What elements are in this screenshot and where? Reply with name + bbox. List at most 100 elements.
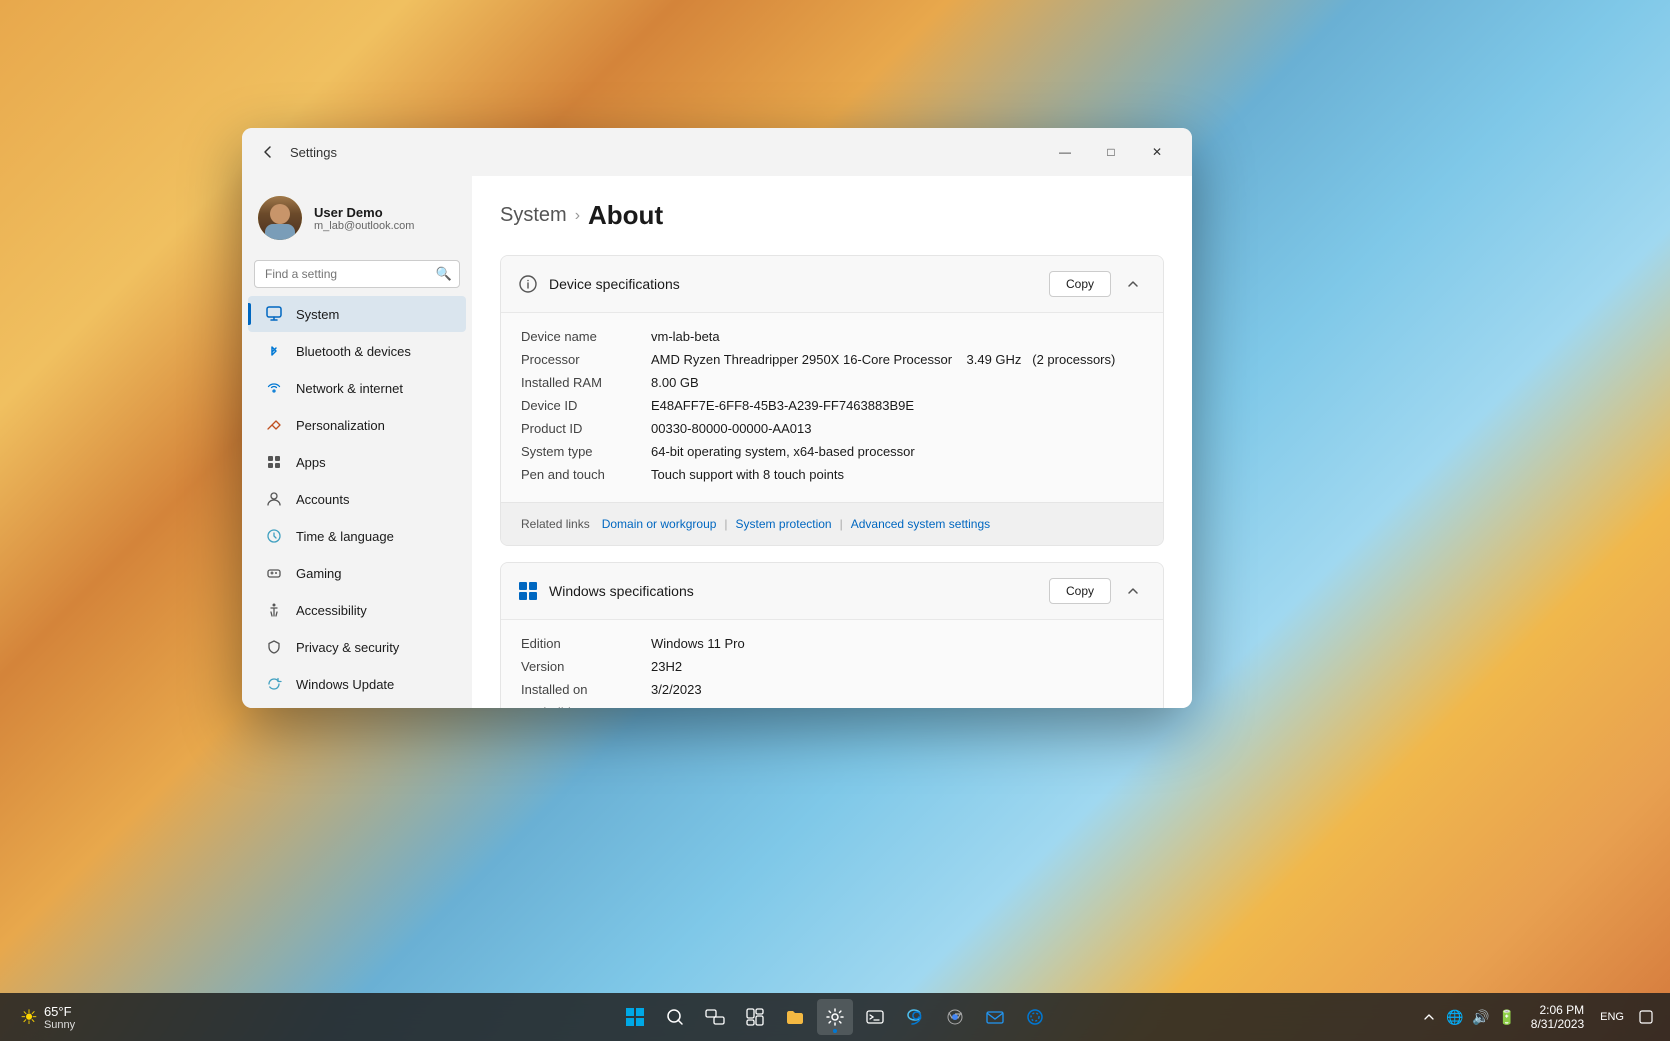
- windows-specs-copy-button[interactable]: Copy: [1049, 578, 1111, 604]
- windows-specs-body: Edition Windows 11 Pro Version 23H2 Inst…: [501, 620, 1163, 708]
- search-input[interactable]: [254, 260, 460, 288]
- time-icon: [264, 526, 284, 546]
- search-box: 🔍: [254, 260, 460, 288]
- windows-specs-header: Windows specifications Copy: [501, 563, 1163, 620]
- avatar-body: [265, 224, 295, 240]
- taskbar-clock[interactable]: 2:06 PM 8/31/2023: [1525, 999, 1590, 1035]
- sidebar-item-apps[interactable]: Apps: [248, 444, 466, 480]
- avatar-face: [270, 204, 290, 224]
- table-row: Device ID E48AFF7E-6FF8-45B3-A239-FF7463…: [521, 394, 1143, 417]
- task-view-button[interactable]: [697, 999, 733, 1035]
- device-specs-copy-button[interactable]: Copy: [1049, 271, 1111, 297]
- breadcrumb-separator: ›: [575, 207, 580, 225]
- table-row: Processor AMD Ryzen Threadripper 2950X 1…: [521, 348, 1143, 371]
- chrome-button[interactable]: [937, 999, 973, 1035]
- window-controls: — □ ✕: [1042, 136, 1180, 168]
- breadcrumb-current: About: [588, 200, 663, 231]
- accounts-icon: [264, 489, 284, 509]
- sidebar-item-apps-label: Apps: [296, 455, 326, 470]
- weather-info: 65°F Sunny: [44, 1004, 75, 1031]
- windows-icon: [519, 582, 537, 600]
- taskbar-left: ☀ 65°F Sunny: [12, 1000, 83, 1035]
- language-indicator[interactable]: ENG: [1596, 999, 1628, 1035]
- taskbar-settings-button[interactable]: [817, 999, 853, 1035]
- widgets-button[interactable]: [737, 999, 773, 1035]
- edge-button[interactable]: [897, 999, 933, 1035]
- spec-value: 23H2: [651, 659, 1143, 674]
- sidebar-item-personalization[interactable]: Personalization: [248, 407, 466, 443]
- sidebar-item-network-label: Network & internet: [296, 381, 403, 396]
- back-button[interactable]: [254, 138, 282, 166]
- maximize-button[interactable]: □: [1088, 136, 1134, 168]
- system-icon: [264, 304, 284, 324]
- domain-workgroup-link[interactable]: Domain or workgroup: [598, 515, 721, 533]
- windows-specs-collapse-button[interactable]: [1119, 577, 1147, 605]
- table-row: Device name vm-lab-beta: [521, 325, 1143, 348]
- volume-icon[interactable]: 🔊: [1469, 1005, 1493, 1029]
- spec-value: 3/2/2023: [651, 682, 1143, 697]
- table-row: Product ID 00330-80000-00000-AA013: [521, 417, 1143, 440]
- spec-label: Product ID: [521, 421, 651, 436]
- spec-value: E48AFF7E-6FF8-45B3-A239-FF7463883B9E: [651, 398, 1143, 413]
- breadcrumb-parent[interactable]: System: [500, 204, 567, 227]
- spec-label: System type: [521, 444, 651, 459]
- sidebar-item-privacy[interactable]: Privacy & security: [248, 629, 466, 665]
- spec-value: vm-lab-beta: [651, 329, 1143, 344]
- advanced-system-settings-link[interactable]: Advanced system settings: [847, 515, 994, 533]
- device-specs-collapse-button[interactable]: [1119, 270, 1147, 298]
- device-specs-header-left: Device specifications: [517, 273, 680, 295]
- windows-specs-section: Windows specifications Copy Edition: [500, 562, 1164, 708]
- sidebar-item-accessibility-label: Accessibility: [296, 603, 367, 618]
- cortana-button[interactable]: [1017, 999, 1053, 1035]
- notification-button[interactable]: [1634, 1005, 1658, 1029]
- chevron-up-icon[interactable]: [1417, 1005, 1441, 1029]
- taskbar-search-button[interactable]: [657, 999, 693, 1035]
- network-status-icon[interactable]: 🌐: [1443, 1005, 1467, 1029]
- battery-icon[interactable]: 🔋: [1495, 1005, 1519, 1029]
- sidebar-item-time[interactable]: Time & language: [248, 518, 466, 554]
- gaming-icon: [264, 563, 284, 583]
- device-specs-body: Device name vm-lab-beta Processor AMD Ry…: [501, 313, 1163, 502]
- windows-specs-header-right: Copy: [1049, 577, 1147, 605]
- system-tray-icons: 🌐 🔊 🔋: [1417, 1005, 1519, 1029]
- sidebar-item-accounts[interactable]: Accounts: [248, 481, 466, 517]
- sidebar-item-accessibility[interactable]: Accessibility: [248, 592, 466, 628]
- close-button[interactable]: ✕: [1134, 136, 1180, 168]
- spec-value: 00330-80000-00000-AA013: [651, 421, 1143, 436]
- device-specs-section: Device specifications Copy Device name: [500, 255, 1164, 546]
- sidebar-item-system[interactable]: System: [248, 296, 466, 332]
- file-explorer-button[interactable]: [777, 999, 813, 1035]
- user-profile[interactable]: User Demo m_lab@outlook.com: [242, 184, 472, 256]
- spec-label: Installed RAM: [521, 375, 651, 390]
- start-button[interactable]: [617, 999, 653, 1035]
- minimize-button[interactable]: —: [1042, 136, 1088, 168]
- windows-specs-title: Windows specifications: [549, 583, 694, 599]
- system-protection-link[interactable]: System protection: [732, 515, 836, 533]
- spec-value: 22631.2262: [651, 705, 1143, 708]
- sidebar-item-accounts-label: Accounts: [296, 492, 349, 507]
- sidebar-item-bluetooth-label: Bluetooth & devices: [296, 344, 411, 359]
- spec-value: 8.00 GB: [651, 375, 1143, 390]
- sidebar-item-update[interactable]: Windows Update: [248, 666, 466, 702]
- terminal-button[interactable]: [857, 999, 893, 1035]
- mail-button[interactable]: [977, 999, 1013, 1035]
- user-email: m_lab@outlook.com: [314, 220, 414, 232]
- sidebar-item-network[interactable]: Network & internet: [248, 370, 466, 406]
- related-links-label: Related links: [521, 517, 590, 531]
- spec-label: Processor: [521, 352, 651, 367]
- sidebar: User Demo m_lab@outlook.com 🔍 System: [242, 176, 472, 708]
- weather-widget[interactable]: ☀ 65°F Sunny: [12, 1000, 83, 1035]
- sidebar-item-time-label: Time & language: [296, 529, 394, 544]
- avatar-image: [258, 196, 302, 240]
- settings-window: Settings — □ ✕ User Demo m: [242, 128, 1192, 708]
- title-bar: Settings — □ ✕: [242, 128, 1192, 176]
- clock-time: 2:06 PM: [1531, 1003, 1584, 1017]
- related-links-row: Related links Domain or workgroup | Syst…: [521, 515, 1143, 533]
- sidebar-item-bluetooth[interactable]: Bluetooth & devices: [248, 333, 466, 369]
- table-row: Installed on 3/2/2023: [521, 678, 1143, 701]
- table-row: Installed RAM 8.00 GB: [521, 371, 1143, 394]
- sidebar-item-personalization-label: Personalization: [296, 418, 385, 433]
- table-row: Pen and touch Touch support with 8 touch…: [521, 463, 1143, 486]
- windows-specs-header-left: Windows specifications: [517, 580, 694, 602]
- sidebar-item-gaming[interactable]: Gaming: [248, 555, 466, 591]
